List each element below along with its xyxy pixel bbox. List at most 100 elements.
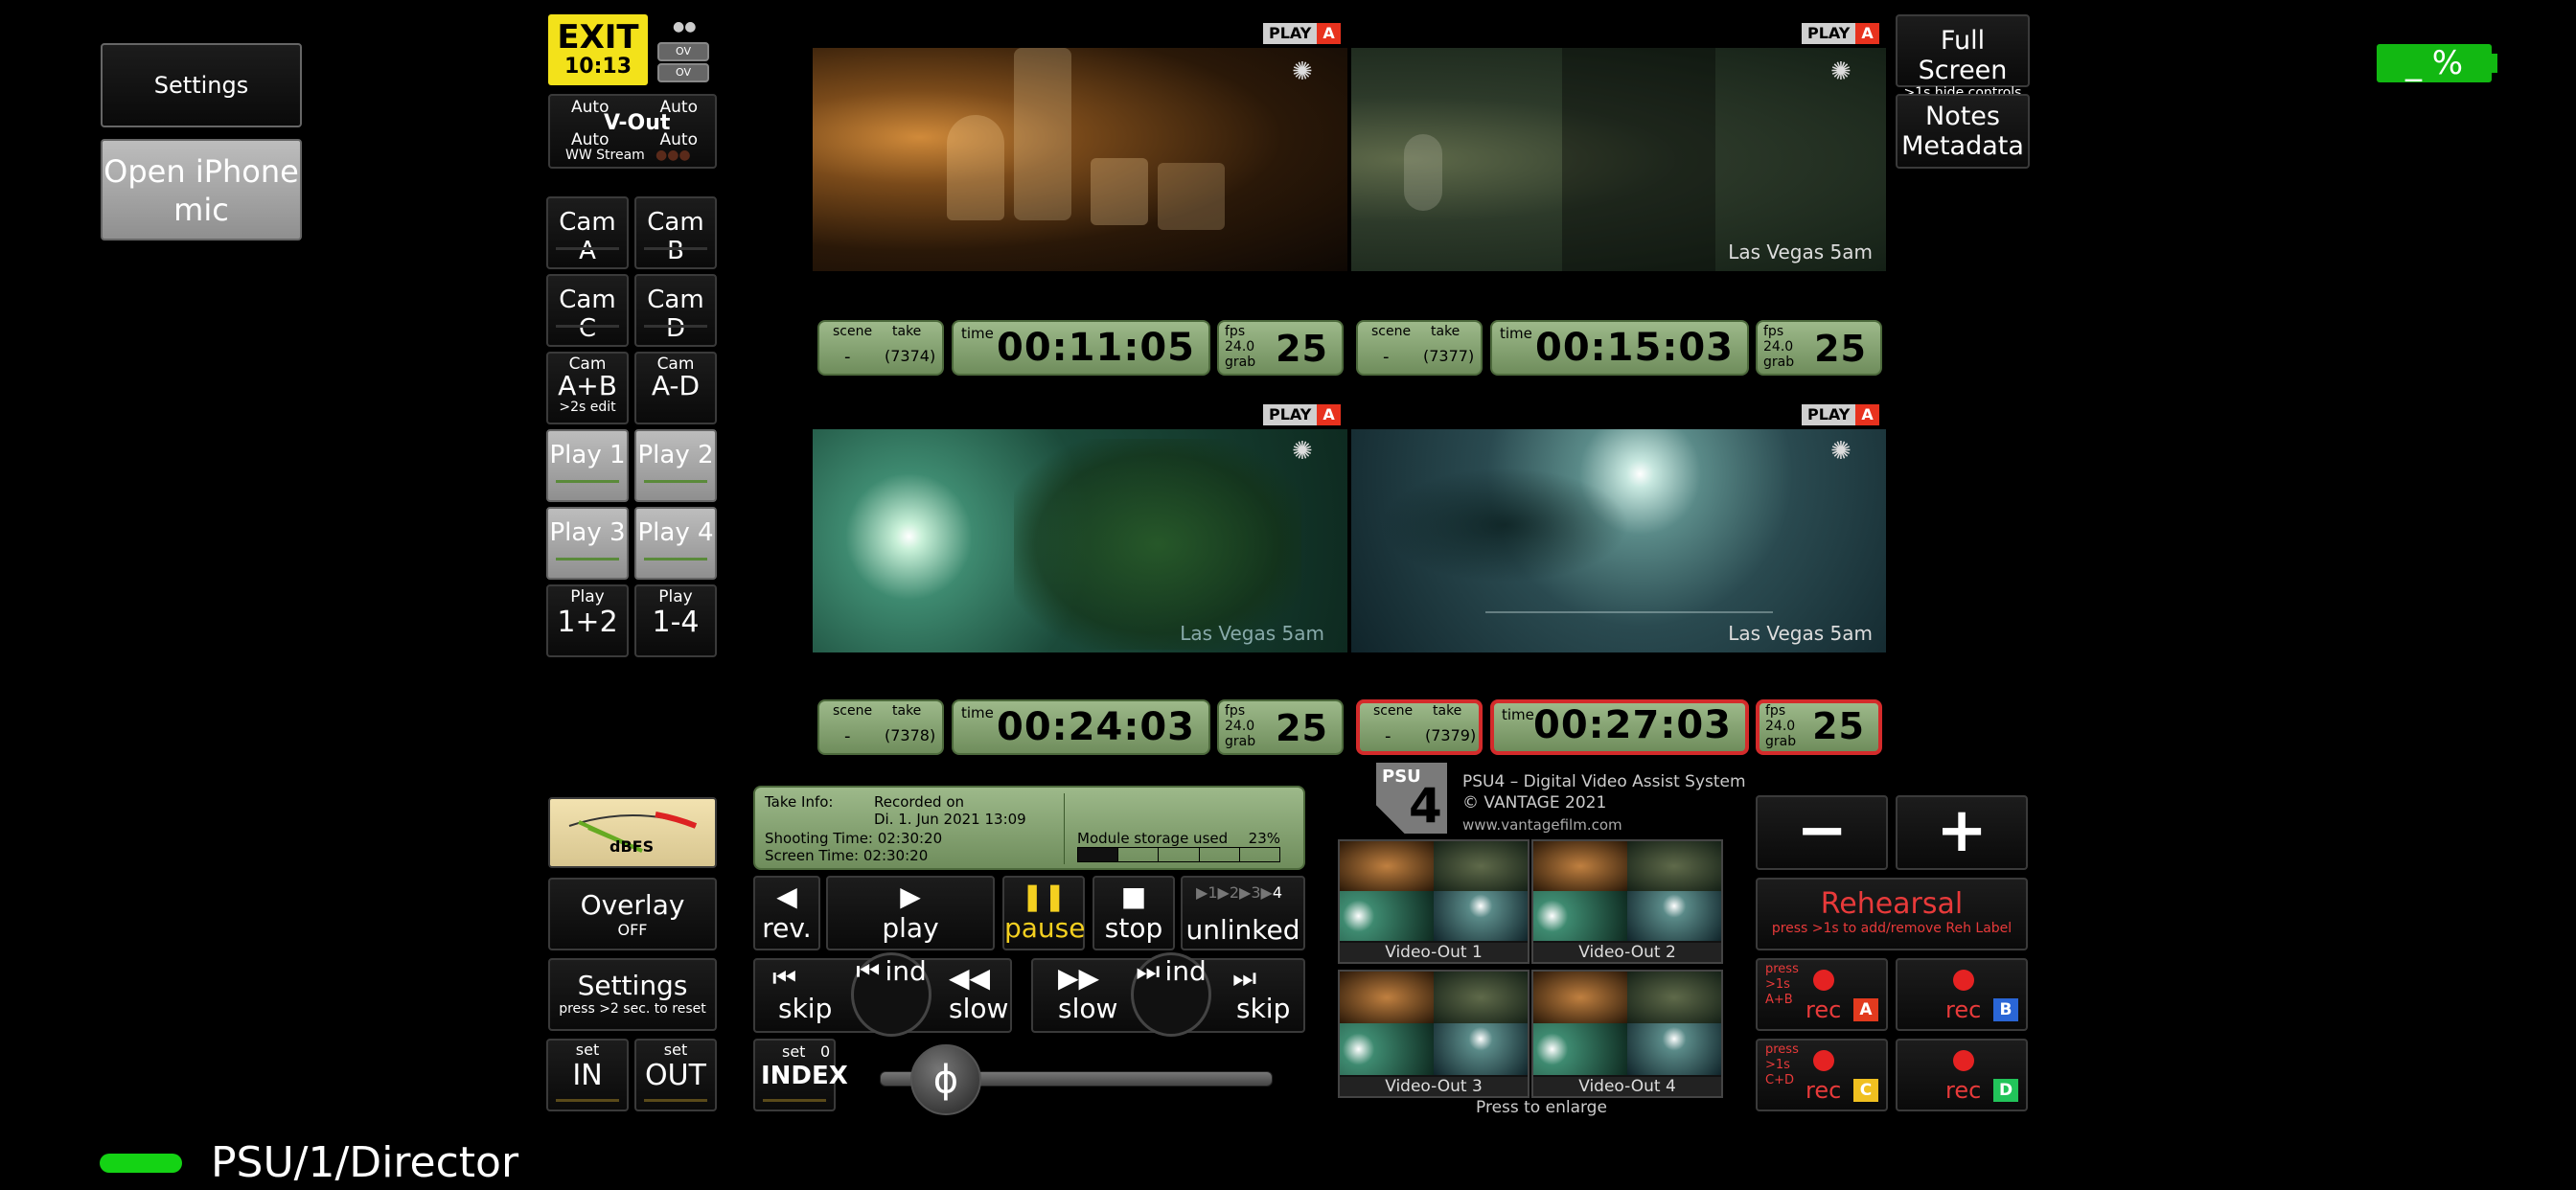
take-value-2: (7377) xyxy=(1423,347,1475,365)
rec-c-button[interactable]: press >1s C+D rec C xyxy=(1756,1039,1888,1111)
video-frame-1[interactable] xyxy=(813,48,1347,271)
brightness-icon-4[interactable]: ✺ xyxy=(1830,437,1852,466)
video-frame-4[interactable]: Las Vegas 5am xyxy=(1351,429,1886,652)
play-4-label: Play 4 xyxy=(637,518,714,547)
brand-line-1: PSU4 – Digital Video Assist System xyxy=(1462,772,1746,791)
full-screen-button[interactable]: Full Screen >1s hide controls xyxy=(1896,14,2030,101)
video-out-1-thumbnail[interactable]: Video-Out 1 xyxy=(1338,839,1530,964)
brightness-icon-2[interactable]: ✺ xyxy=(1830,57,1852,86)
minus-button[interactable]: − xyxy=(1756,795,1888,870)
video-out-3-thumbnail[interactable]: Video-Out 3 xyxy=(1338,970,1530,1098)
plus-button[interactable]: + xyxy=(1896,795,2028,870)
rehearsal-button[interactable]: Rehearsal press >1s to add/remove Reh La… xyxy=(1756,878,2028,950)
set-in-button[interactable]: set IN xyxy=(546,1039,629,1111)
notes-metadata-button[interactable]: Notes Metadata xyxy=(1896,94,2030,169)
audio-meter: dBFS xyxy=(548,797,717,868)
fps-box-3[interactable]: fps 24.0 grab 25 xyxy=(1217,699,1344,755)
play-1-4-button[interactable]: Play 1-4 xyxy=(634,584,717,657)
brightness-icon-1[interactable]: ✺ xyxy=(1292,57,1313,86)
unlinked-button[interactable]: ▶1▶2▶3▶4 unlinked xyxy=(1181,876,1305,950)
settings-reset-label: Settings xyxy=(577,970,688,1001)
play-4-button[interactable]: Play 4 xyxy=(634,507,717,580)
scene-take-box-1[interactable]: scene take - (7374) xyxy=(817,320,944,376)
video-frame-3[interactable]: Las Vegas 5am xyxy=(813,429,1347,652)
cam-d-button[interactable]: Cam D xyxy=(634,274,717,347)
play-1-button[interactable]: Play 1 xyxy=(546,429,629,502)
ov-button-1[interactable]: OV xyxy=(657,42,709,61)
cam-ab-main: A+B xyxy=(558,370,617,401)
exit-button[interactable]: EXIT 10:13 xyxy=(548,14,648,85)
cam-b-button[interactable]: Cam B xyxy=(634,196,717,269)
recorded-date: Di. 1. Jun 2021 13:09 xyxy=(874,811,1026,828)
rec-d-button[interactable]: rec D xyxy=(1896,1039,2028,1111)
cam-ad-button[interactable]: Cam A-D xyxy=(634,352,717,424)
take-label-3: take xyxy=(892,703,922,719)
time-box-1[interactable]: time 00:11:05 xyxy=(952,320,1210,376)
overlay-button[interactable]: Overlay OFF xyxy=(548,878,717,950)
time-box-2[interactable]: time 00:15:03 xyxy=(1490,320,1749,376)
rec-b-button[interactable]: rec B xyxy=(1896,958,2028,1031)
play-1-2-button[interactable]: Play 1+2 xyxy=(546,584,629,657)
play-1-4-main: 1-4 xyxy=(652,606,700,639)
scene-value-3: - xyxy=(844,726,851,746)
shooting-time: Shooting Time: 02:30:20 xyxy=(765,830,943,847)
full-screen-label: Full Screen xyxy=(1918,26,2008,85)
scene-take-box-4[interactable]: scene take - (7379) xyxy=(1356,699,1483,755)
rev-button[interactable]: ◀ rev. xyxy=(753,876,820,950)
thumb-3-q2 xyxy=(1434,972,1528,1023)
video-frame-2[interactable]: Las Vegas 5am xyxy=(1351,48,1886,271)
set-out-button[interactable]: set OUT xyxy=(634,1039,717,1111)
settings-button[interactable]: Settings xyxy=(101,43,302,127)
brand-line-2: © VANTAGE 2021 xyxy=(1462,793,1607,812)
play-2-button[interactable]: Play 2 xyxy=(634,429,717,502)
fps-grab-1: grab xyxy=(1225,355,1256,370)
ov-label-1: OV xyxy=(676,45,691,57)
fps-box-1[interactable]: fps 24.0 grab 25 xyxy=(1217,320,1344,376)
scene-take-box-2[interactable]: scene take - (7377) xyxy=(1356,320,1483,376)
open-iphone-mic-button[interactable]: Open iPhone mic xyxy=(101,139,302,240)
skip-back-icon: ⏮ xyxy=(772,962,797,994)
battery-tip xyxy=(2492,54,2497,73)
stop-button[interactable]: ■ stop xyxy=(1092,876,1175,950)
cam-c-button[interactable]: Cam C xyxy=(546,274,629,347)
doorknob-shape xyxy=(1404,134,1442,211)
rev-label: rev. xyxy=(762,912,812,944)
vout-button[interactable]: Auto Auto V-Out Auto Auto WW Stream ●●● xyxy=(548,94,717,169)
video-out-3-label: Video-Out 3 xyxy=(1340,1077,1528,1096)
fps-box-4[interactable]: fps 24.0 grab 25 xyxy=(1756,699,1882,755)
skip-forward-icon: ⏭ xyxy=(1232,962,1257,994)
play-tag-1: PLAY A xyxy=(1263,23,1341,44)
set-index-button[interactable]: set 0 INDEX xyxy=(753,1039,848,1111)
index-back-button[interactable]: ⏮ ind xyxy=(851,952,932,1037)
index-forward-button[interactable]: ⏭ ind xyxy=(1131,952,1211,1037)
rec-a-badge: A xyxy=(1853,998,1878,1021)
time-box-3[interactable]: time 00:24:03 xyxy=(952,699,1210,755)
jog-knob[interactable]: ɸ xyxy=(910,1044,981,1115)
time-box-4[interactable]: time 00:27:03 xyxy=(1490,699,1749,755)
ov-button-2[interactable]: OV xyxy=(657,63,709,82)
thumb-3-q3 xyxy=(1340,1023,1434,1075)
take-info-title: Take Info: xyxy=(765,793,834,811)
video-out-2-thumbnail[interactable]: Video-Out 2 xyxy=(1531,839,1723,964)
time-label-1: time xyxy=(961,325,994,342)
play-3-button[interactable]: Play 3 xyxy=(546,507,629,580)
scene-take-box-3[interactable]: scene take - (7378) xyxy=(817,699,944,755)
brightness-icon-3[interactable]: ✺ xyxy=(1292,437,1313,466)
index-forward-icon: ⏭ xyxy=(1136,955,1161,987)
cam-a-button[interactable]: Cam A xyxy=(546,196,629,269)
pause-button[interactable]: ❚❚ pause xyxy=(1002,876,1086,950)
rec-a-button[interactable]: press >1s A+B rec A xyxy=(1756,958,1888,1031)
battery-text: _ % xyxy=(2404,44,2464,82)
settings-reset-button[interactable]: Settings press >2 sec. to reset xyxy=(548,958,717,1031)
video-out-4-thumbnail[interactable]: Video-Out 4 xyxy=(1531,970,1723,1098)
video-out-2-label: Video-Out 2 xyxy=(1533,943,1721,962)
set-in-top: set xyxy=(575,1041,600,1059)
scene-label-3: scene xyxy=(833,703,873,719)
cam-ab-sub: >2s edit xyxy=(559,400,616,415)
cam-ab-button[interactable]: Cam A+B >2s edit xyxy=(546,352,629,424)
cam-a-label: Cam A xyxy=(559,208,616,265)
fps-box-2[interactable]: fps 24.0 grab 25 xyxy=(1756,320,1882,376)
pause-label: pause xyxy=(1004,912,1086,944)
take-value-1: (7374) xyxy=(885,347,936,365)
play-button[interactable]: ▶ play xyxy=(826,876,995,950)
